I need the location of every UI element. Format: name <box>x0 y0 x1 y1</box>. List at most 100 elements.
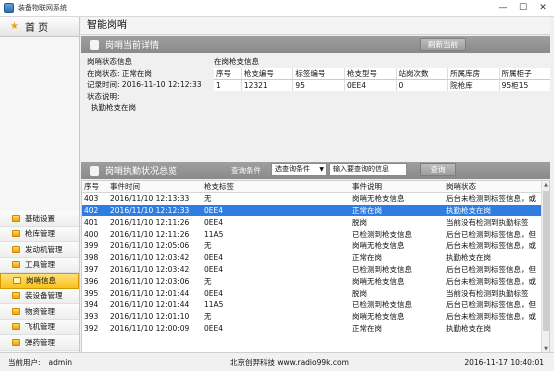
table-row[interactable]: 396 2016/11/10 12:03:06 无 岗哨无枪支信息 后台未检测到标签信息… <box>82 275 542 287</box>
table-cell: 后台已检测到标签信息，但 <box>446 300 536 310</box>
refresh-button[interactable]: 刷新当前 <box>420 38 466 51</box>
desc-label: 状态说明: <box>87 91 120 101</box>
gun-row[interactable]: 1 12321 95 0EE4 0 院枪库 95柜15 <box>214 79 550 91</box>
table-cell: 401 <box>84 217 99 227</box>
column-header[interactable]: 所属柜子 <box>498 68 550 80</box>
column-header[interactable]: 序号 <box>214 68 242 80</box>
table-cell: 当前没有检测到执勤标签 <box>446 288 529 298</box>
table-cell: 2016/11/10 12:01:10 <box>110 312 190 322</box>
table-cell: 0 <box>395 79 448 91</box>
table-row[interactable]: 394 2016/11/10 12:01:44 11A5 已检测到枪支信息 后台已检测到… <box>82 299 542 311</box>
current-section-title: 岗哨当前详情 <box>105 41 160 51</box>
query-input[interactable]: 输入要查询的信息 <box>329 163 407 176</box>
query-label: 查询条件 <box>231 166 261 175</box>
column-header[interactable]: 枪支标签 <box>202 181 350 194</box>
table-cell: 已检测到枪支信息 <box>352 300 412 310</box>
home-button[interactable]: ★ 首 页 <box>0 17 79 37</box>
record-label: 记录时间: <box>87 80 120 89</box>
table-row[interactable]: 401 2016/11/10 12:11:26 0EE4 脱岗 当前没有检测到执勤标签 <box>82 216 542 228</box>
table-row[interactable]: 402 2016/11/10 12:12:33 0EE4 正常在岗 执勤枪支在岗 <box>82 204 542 217</box>
sidebar-item[interactable]: 飞机管理 <box>0 319 79 335</box>
column-header[interactable]: 所属库房 <box>447 68 500 80</box>
scroll-up-icon[interactable]: ▲ <box>543 182 549 189</box>
current-section-header: 岗哨当前详情 刷新当前 <box>81 36 550 53</box>
table-row[interactable]: 395 2016/11/10 12:01:44 0EE4 脱岗 当前没有检测到执勤标签 <box>82 287 542 299</box>
close-icon[interactable]: ✕ <box>536 2 550 14</box>
table-cell: 岗哨无枪支信息 <box>352 276 405 286</box>
column-header[interactable]: 站岗次数 <box>395 68 448 80</box>
sidebar-item-label: 飞机管理 <box>25 322 55 332</box>
column-header[interactable]: 枪支编号 <box>240 68 293 80</box>
vertical-scrollbar[interactable]: ▲ ▼ <box>541 181 549 352</box>
folder-icon <box>12 307 20 315</box>
gun-table: 序号 枪支编号 标签编号 枪支型号 站岗次数 所属库房 所属柜子 1 12321 95 0EE4 0 院… <box>214 68 550 91</box>
column-header[interactable]: 标签编号 <box>292 68 345 80</box>
sidebar-item-label: 枪库管理 <box>25 229 55 239</box>
table-row[interactable]: 397 2016/11/10 12:03:42 0EE4 已检测到枪支信息 后台已检测到… <box>82 264 542 276</box>
scroll-thumb[interactable] <box>543 191 549 331</box>
table-cell: 无 <box>204 194 212 204</box>
table-cell: 398 <box>84 253 99 263</box>
table-cell: 2016/11/10 12:03:42 <box>110 264 190 274</box>
sidebar-item[interactable]: 发动机管理 <box>0 242 79 258</box>
table-row[interactable]: 398 2016/11/10 12:03:42 0EE4 正常在岗 执勤枪支在岗 <box>82 252 542 264</box>
table-cell: 0EE4 <box>204 253 224 263</box>
table-cell: 后台已检测到标签信息，但 <box>446 229 536 239</box>
table-cell: 执勤枪支在岗 <box>444 204 542 217</box>
folder-icon <box>13 277 21 285</box>
minimize-icon[interactable]: — <box>496 2 510 14</box>
record-value: 2016-11-10 12:12:33 <box>121 80 202 89</box>
gun-heading: 在岗枪支信息 <box>214 57 259 66</box>
status-time: 2016-11-17 10:40:01 <box>464 357 544 367</box>
column-header[interactable]: 事件时间 <box>108 181 202 194</box>
table-cell: 0EE4 <box>204 264 224 274</box>
table-cell: 2016/11/10 12:00:09 <box>110 323 190 333</box>
sidebar-item[interactable]: 枪库管理 <box>0 226 79 242</box>
table-cell: 1 <box>216 81 221 90</box>
history-section-title: 岗哨执勤状况总览 <box>105 167 178 177</box>
table-cell: 0EE4 <box>204 288 224 298</box>
column-header[interactable]: 事件说明 <box>350 181 444 194</box>
desc-value: 执勤枪支在岗 <box>91 103 136 112</box>
table-cell: 后台未检测到标签信息，或 <box>446 241 536 251</box>
table-cell: 0EE4 <box>343 79 397 91</box>
sentry-icon <box>90 39 99 50</box>
table-cell: 397 <box>84 264 99 274</box>
table-row[interactable]: 392 2016/11/10 12:00:09 0EE4 正常在岗 执勤枪支在岗 <box>82 323 542 335</box>
query-button[interactable]: 查询 <box>420 163 456 176</box>
table-cell: 2016/11/10 12:11:26 <box>110 217 190 227</box>
query-condition-select[interactable]: 选查询条件 ▼ <box>271 163 327 176</box>
sidebar-item[interactable]: 岗哨信息 <box>0 273 79 289</box>
table-row[interactable]: 399 2016/11/10 12:05:06 无 岗哨无枪支信息 后台未检测到标签信息… <box>82 240 542 252</box>
table-cell: 正常在岗 <box>350 204 444 217</box>
history-table-header: 序号 事件时间 枪支标签 事件说明 岗哨状态 <box>82 181 542 194</box>
sidebar-item-label: 工具管理 <box>25 260 55 270</box>
table-cell: 正常在岗 <box>352 323 382 333</box>
table-row[interactable]: 393 2016/11/10 12:01:10 无 岗哨无枪支信息 后台未检测到标签信息… <box>82 311 542 323</box>
column-header[interactable]: 岗哨状态 <box>444 181 542 194</box>
query-select-value: 选查询条件 <box>275 165 310 173</box>
sidebar-item[interactable]: 工具管理 <box>0 257 79 273</box>
home-label: 首 页 <box>24 23 49 34</box>
table-cell: 已检测到枪支信息 <box>352 229 412 239</box>
status-value: 正常在岗 <box>121 68 152 78</box>
table-cell: 后台未检测到标签信息，或 <box>446 276 536 286</box>
sidebar-item[interactable]: 基础设置 <box>0 211 79 227</box>
status-heading: 岗哨状态信息 <box>87 57 132 66</box>
table-cell: 正常在岗 <box>352 253 382 263</box>
history-grid: 序号 事件时间 枪支标签 事件说明 岗哨状态 403 2016/11/10 12:13:33… <box>81 180 550 353</box>
column-header[interactable]: 序号 <box>82 181 108 194</box>
sidebar-item[interactable]: 装设备管理 <box>0 288 79 304</box>
table-cell: 400 <box>84 229 99 239</box>
sidebar-item-label: 岗哨信息 <box>26 276 56 286</box>
table-row[interactable]: 403 2016/11/10 12:13:33 无 岗哨无枪支信息 后台未检测到标签信息… <box>82 193 542 205</box>
sidebar-item[interactable]: 弹药管理 <box>0 335 79 351</box>
table-row[interactable]: 400 2016/11/10 12:11:26 11A5 已检测到枪支信息 后台已检测到… <box>82 228 542 240</box>
sidebar-item-label: 装设备管理 <box>25 291 63 301</box>
sidebar-item[interactable]: 物资管理 <box>0 304 79 320</box>
app-icon <box>4 3 14 13</box>
table-cell: 2016/11/10 12:01:44 <box>110 288 190 298</box>
column-header[interactable]: 枪支型号 <box>343 68 397 80</box>
maximize-icon[interactable]: ☐ <box>516 2 530 14</box>
table-cell: 2016/11/10 12:05:06 <box>110 241 190 251</box>
